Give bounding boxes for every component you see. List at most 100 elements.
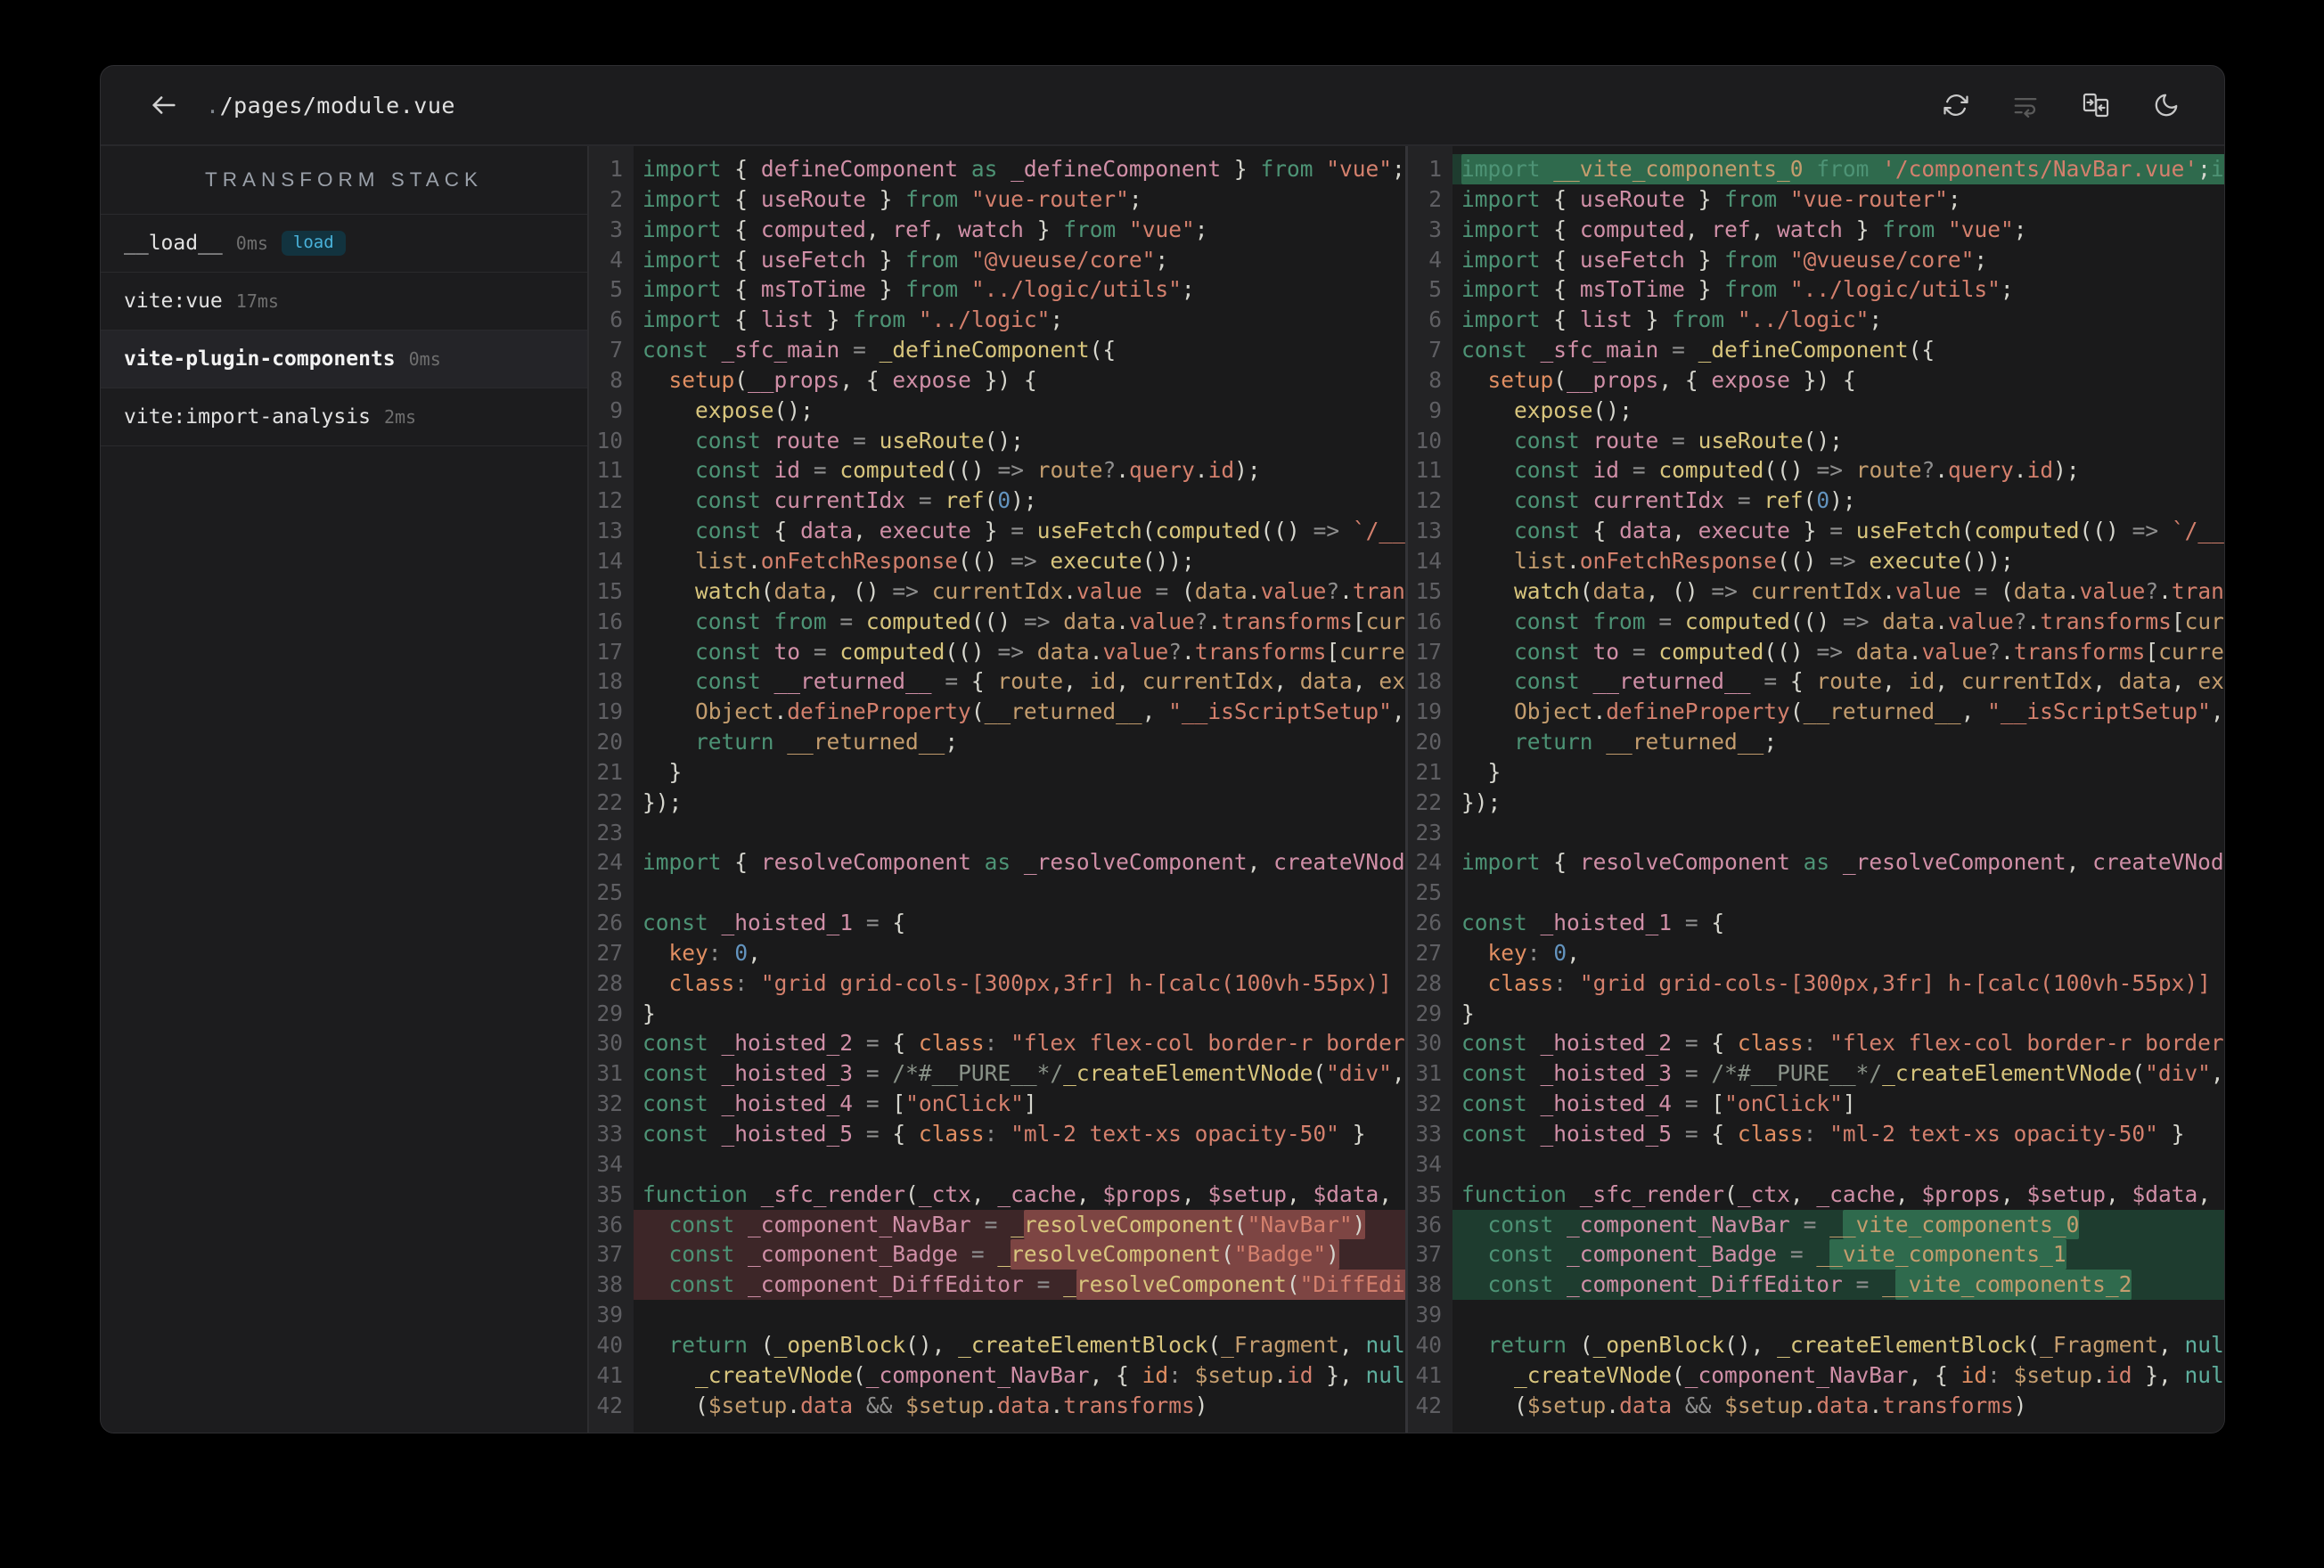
code-content (634, 1300, 1405, 1330)
line-number: 9 (610, 396, 623, 423)
line-number: 18 (1415, 668, 1442, 695)
code-line: 3 import { computed, ref, watch } from "v… (1408, 215, 2224, 245)
code-content: } (1461, 1000, 1475, 1026)
code-content: ($setup.data && $setup.data.transforms) (1514, 1392, 2027, 1418)
code-line: 31 const _hoisted_3 = /*#__PURE__*/_creat… (1408, 1058, 2224, 1089)
code-line: 13 const { data, execute } = useFetch(co… (1408, 516, 2224, 546)
line-number: 25 (1415, 879, 1442, 906)
line-number: 27 (1415, 939, 1442, 966)
refresh-button[interactable] (1939, 88, 1973, 122)
line-number: 15 (1415, 577, 1442, 604)
code-content: const _hoisted_3 = /*#__PURE__*/_createE… (642, 1060, 1405, 1087)
line-number: 8 (1428, 366, 1442, 393)
code-line: 35 function _sfc_render(_ctx, _cache, $pr… (589, 1180, 1405, 1210)
code-line: 5 import { msToTime } from "../logic/util… (589, 274, 1405, 305)
code-line: 22}); (589, 788, 1405, 818)
code-line: 16 const from = computed(() => data.valu… (589, 607, 1405, 637)
line-number: 4 (610, 246, 623, 273)
code-line: 7 const _sfc_main = _defineComponent({ (589, 335, 1405, 365)
code-line: 29} (1408, 999, 2224, 1029)
code-content: import { useRoute } from "vue-router"; (1461, 185, 1961, 212)
code-content: ($setup.data && $setup.data.transforms) (695, 1392, 1208, 1418)
sidebar-title: TRANSFORM STACK (101, 146, 587, 215)
code-content: Object.defineProperty(__returned__, "__i… (1514, 698, 2224, 725)
code-content: class: "grid grid-cols-[300px,3fr] h-[ca… (1487, 969, 2224, 996)
transform-stack-item[interactable]: vite-plugin-components 0ms (101, 331, 587, 388)
code-line: 22}); (1408, 788, 2224, 818)
code-line: 24 import { resolveComponent as _resolveC… (589, 847, 1405, 878)
code-line: 27 key: 0, (1408, 938, 2224, 968)
code-content: import { useFetch } from "@vueuse/core"; (642, 246, 1169, 273)
code-line: 36 const _component_NavBar = __vite_comp… (1408, 1209, 2224, 1240)
code-content: const _hoisted_4 = ["onClick"] (642, 1090, 1037, 1117)
code-content: } (668, 758, 683, 785)
code-line: 21 } (589, 757, 1405, 788)
line-number: 11 (596, 457, 623, 484)
split-view-toggle-button[interactable] (2078, 87, 2114, 123)
code-content: const _hoisted_1 = { (1461, 910, 1725, 936)
code-content: const route = useRoute(); (1514, 427, 1843, 453)
code-content: import { msToTime } from "../logic/utils… (642, 276, 1195, 303)
line-number: 32 (596, 1090, 623, 1117)
code-content: }); (1461, 788, 1502, 815)
transform-stack-item[interactable]: __load__ 0ms load (101, 215, 587, 273)
code-line: 29} (589, 999, 1405, 1029)
line-number: 2 (1428, 185, 1442, 212)
code-line: 36 const _component_NavBar = _resolveCom… (589, 1209, 1405, 1240)
line-number: 36 (1415, 1211, 1442, 1237)
line-number: 15 (596, 577, 623, 604)
line-number: 10 (1415, 427, 1442, 453)
line-number: 14 (1415, 547, 1442, 574)
line-number: 28 (596, 969, 623, 996)
code-line: 7 const _sfc_main = _defineComponent({ (1408, 335, 2224, 365)
back-button[interactable] (145, 86, 183, 124)
code-content: function _sfc_render(_ctx, _cache, $prop… (642, 1180, 1405, 1207)
transform-stack-item[interactable]: vite:vue 17ms (101, 273, 587, 331)
line-number: 21 (596, 758, 623, 785)
code-line: 20 return __returned__; (1408, 727, 2224, 757)
transform-stack-item[interactable]: vite:import-analysis 2ms (101, 388, 587, 446)
line-number: 1 (1428, 156, 1442, 182)
code-content: const _hoisted_1 = { (642, 910, 906, 936)
diff-pane-left: 1 import { defineComponent as _defineComp… (589, 146, 1405, 1433)
line-number: 42 (596, 1392, 623, 1418)
code-line: 6 import { list } from "../logic"; (589, 305, 1405, 335)
line-number: 41 (1415, 1361, 1442, 1388)
code-line: 15 watch(data, () => currentIdx.value = … (1408, 576, 2224, 607)
code-line: 17 const to = computed(() => data.value?… (589, 637, 1405, 667)
code-content: import { computed, ref, watch } from "vu… (1461, 216, 2027, 242)
code-content: import { resolveComponent as _resolveCom… (642, 849, 1405, 876)
code-line: 42 ($setup.data && $setup.data.transform… (589, 1391, 1405, 1421)
line-number: 12 (1415, 487, 1442, 514)
dark-mode-toggle-button[interactable] (2149, 88, 2183, 122)
line-number: 30 (596, 1030, 623, 1057)
line-number: 13 (1415, 518, 1442, 544)
code-content: const from = computed(() => data.value?.… (1514, 608, 2224, 634)
code-line: 25 (589, 878, 1405, 908)
desktop-background: ./pages/module.vue TRANSFORM STACK __loa… (0, 0, 2324, 1568)
line-number: 40 (596, 1331, 623, 1358)
code-content: const to = computed(() => data.value?.tr… (1514, 638, 2224, 665)
line-number: 27 (596, 939, 623, 966)
code-content: const currentIdx = ref(0); (1514, 487, 1856, 514)
line-number: 10 (596, 427, 623, 453)
code-content: const _component_NavBar = _resolveCompon… (634, 1209, 1405, 1240)
code-line: 31 const _hoisted_3 = /*#__PURE__*/_creat… (589, 1058, 1405, 1089)
code-content (1452, 1149, 2224, 1180)
line-number: 14 (596, 547, 623, 574)
code-line: 1 import { defineComponent as _defineComp… (589, 154, 1405, 184)
code-line: 8 setup(__props, { expose }) { (589, 365, 1405, 396)
plugin-time: 0ms (235, 233, 268, 254)
line-number: 20 (1415, 729, 1442, 755)
plugin-name: vite:import-analysis (124, 405, 371, 429)
line-wrap-toggle-button[interactable] (2009, 88, 2042, 122)
plugin-time: 2ms (383, 406, 417, 428)
code-line: 41 _createVNode(_component_NavBar, { id:… (1408, 1360, 2224, 1391)
line-number: 1 (610, 156, 623, 182)
code-content (1452, 878, 2224, 908)
code-line: 3 import { computed, ref, watch } from "v… (589, 215, 1405, 245)
line-number: 13 (596, 518, 623, 544)
line-number: 16 (596, 608, 623, 634)
code-content: const _component_DiffEditor = _resolveCo… (634, 1270, 1405, 1301)
code-content: const _hoisted_5 = { class: "ml-2 text-x… (642, 1121, 1366, 1147)
